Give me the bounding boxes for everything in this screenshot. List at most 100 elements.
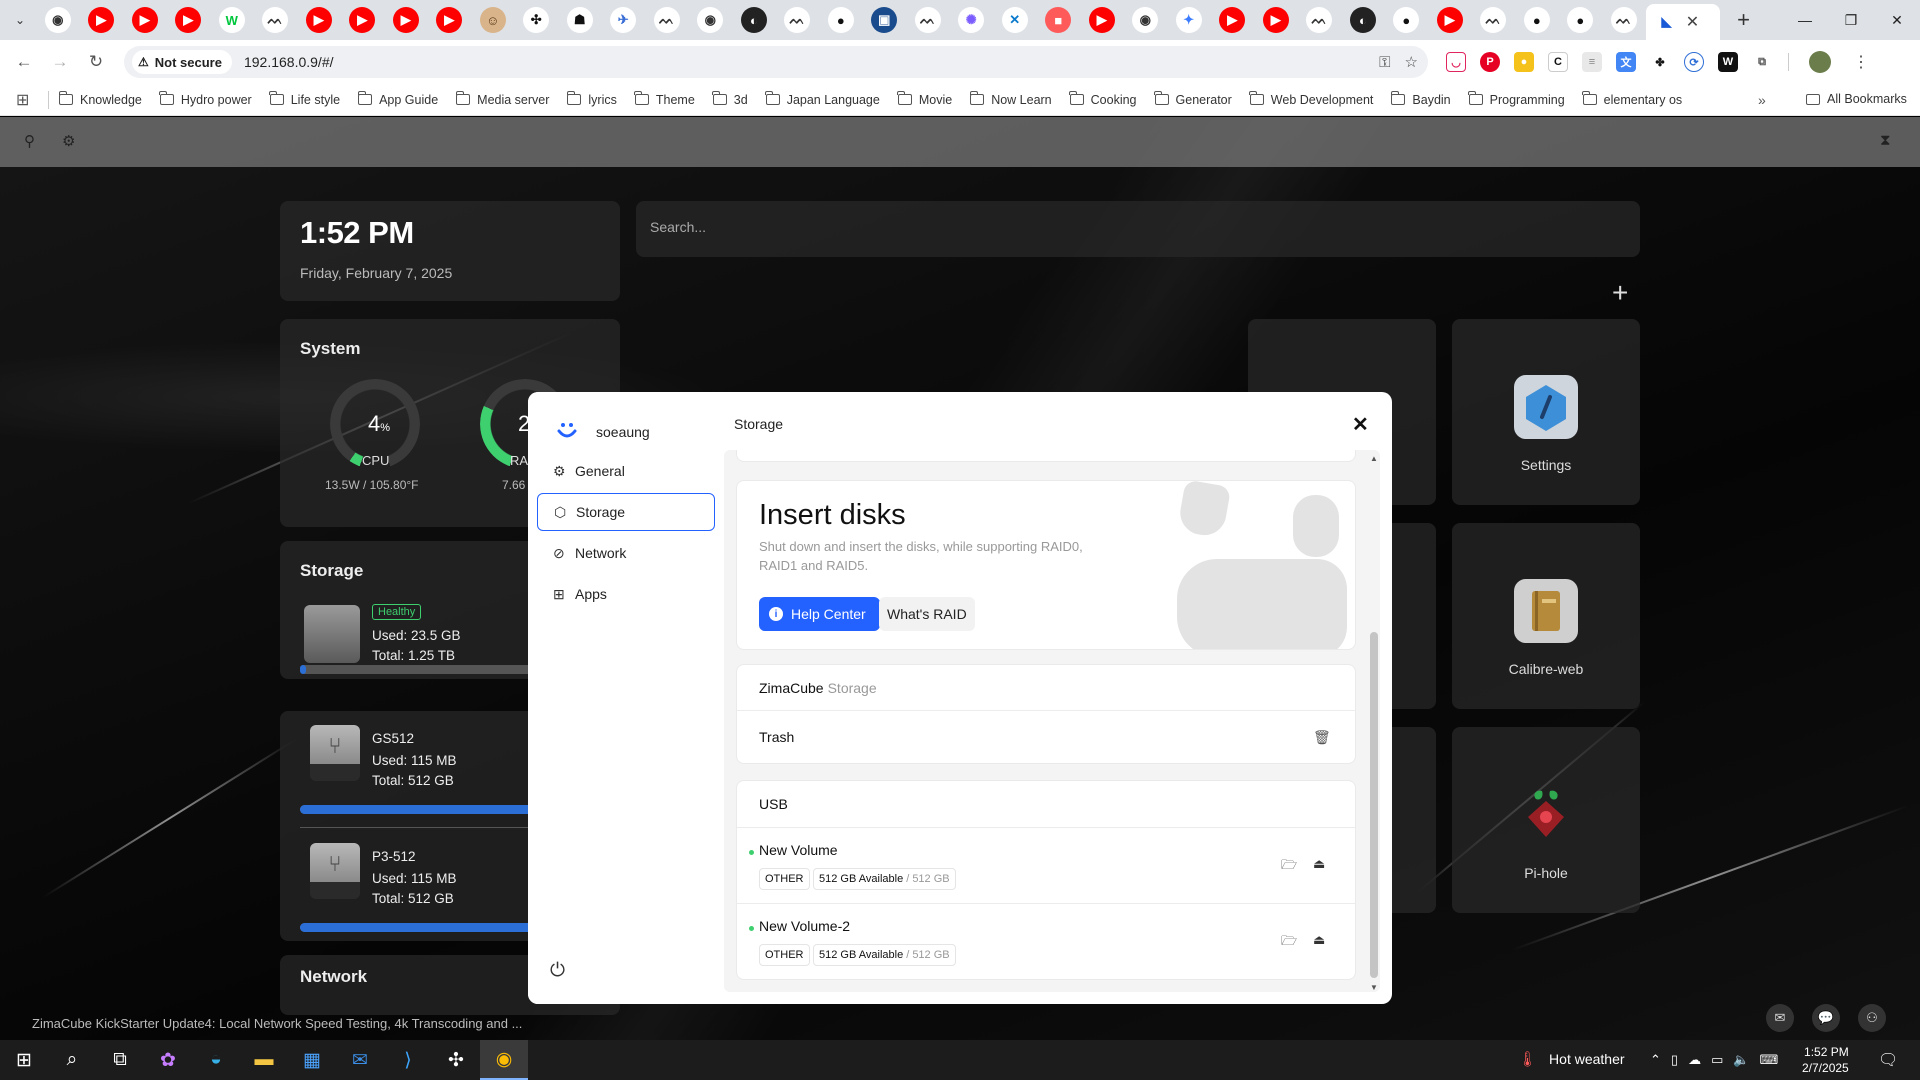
network-tray-icon[interactable]: ▭ [1711, 1052, 1723, 1068]
news-ticker[interactable]: ZimaCube KickStarter Update4: Local Netw… [32, 1016, 522, 1031]
search-icon[interactable]: ⌕ [48, 1040, 96, 1080]
address-bar[interactable]: ⚠ Not secure 192.168.0.9/#/ ⚿ ☆ [124, 46, 1428, 78]
profile-avatar[interactable] [1809, 51, 1831, 73]
bookmark-folder[interactable]: Now Learn [969, 91, 1052, 107]
browser-tab[interactable]: ᨓ [1472, 4, 1516, 36]
trash-label[interactable]: Trash [759, 729, 794, 745]
bookmark-folder[interactable]: Knowledge [58, 91, 142, 107]
bookmark-folder[interactable]: Theme [634, 91, 695, 107]
browser-tab[interactable]: ● [819, 4, 863, 36]
browser-tab[interactable]: ◣ ✕ [1645, 4, 1720, 40]
translate-icon[interactable]: 文 [1616, 52, 1636, 72]
bookmark-folder[interactable]: Media server [455, 91, 549, 107]
windows-start-icon[interactable]: ⊞ [0, 1040, 48, 1080]
copilot-icon[interactable]: ✿ [144, 1040, 192, 1080]
settings-gear-icon[interactable]: ⚙ [62, 132, 75, 150]
bookmark-folder[interactable]: Life style [269, 91, 340, 107]
bookmark-folder[interactable]: lyrics [566, 91, 617, 107]
password-key-icon[interactable]: ⚿ [1379, 54, 1390, 71]
bookmark-folder[interactable]: Web Development [1249, 91, 1373, 107]
browser-tab[interactable]: ▶ [123, 4, 167, 36]
bookmark-folder[interactable]: 3d [712, 91, 748, 107]
user-icon[interactable]: ⚲ [24, 132, 35, 150]
new-tab-plus-icon[interactable]: + [1730, 6, 1758, 34]
browser-tab[interactable]: ▶ [428, 4, 472, 36]
browser-tab[interactable]: ▶ [341, 4, 385, 36]
browser-tab[interactable]: ▶ [297, 4, 341, 36]
add-app-plus-icon[interactable]: + [1612, 277, 1628, 309]
help-center-button[interactable]: i Help Center [759, 597, 880, 631]
open-folder-icon[interactable]: 🗁 [1281, 856, 1297, 878]
browser-tab[interactable]: ᨓ [1298, 4, 1342, 36]
cloud-icon[interactable]: ☁ [1688, 1052, 1701, 1068]
nav-item-general[interactable]: ⚙ General [537, 452, 715, 490]
honey-icon[interactable]: ● [1514, 52, 1534, 72]
pinterest-icon[interactable]: P [1480, 52, 1500, 72]
browser-tab[interactable]: ▶ [384, 4, 428, 36]
browser-tab[interactable]: ● [1385, 4, 1429, 36]
extensions-icon[interactable]: ⧉ [1752, 52, 1772, 72]
all-bookmarks-button[interactable]: All Bookmarks [1806, 92, 1907, 106]
chevron-up-icon[interactable]: ⌃ [1650, 1052, 1661, 1068]
browser-tab[interactable]: ◐ [732, 4, 776, 36]
apps-grid-icon[interactable]: ⊞ [16, 90, 38, 110]
browser-tab[interactable]: ᨓ [645, 4, 689, 36]
browser-tab[interactable]: ᨓ [776, 4, 820, 36]
reader-icon[interactable]: ≡ [1582, 52, 1602, 72]
bookmark-folder[interactable]: elementary os [1582, 91, 1682, 107]
bookmark-folder[interactable]: Baydin [1390, 91, 1451, 107]
whats-raid-button[interactable]: What's RAID [879, 597, 975, 631]
device-icon[interactable]: ▯ [1671, 1052, 1678, 1068]
reload-button[interactable]: ↻ [80, 46, 112, 78]
open-folder-icon[interactable]: 🗁 [1281, 932, 1297, 954]
browser-tab[interactable]: ▶ [1254, 4, 1298, 36]
bookmark-folder[interactable]: Programming [1468, 91, 1565, 107]
language-icon[interactable]: ⌨ [1760, 1052, 1779, 1068]
pocket-icon[interactable]: ◡ [1446, 52, 1466, 72]
notification-icon[interactable]: 🗨 [1878, 1050, 1898, 1070]
browser-tab[interactable]: ☺ [471, 4, 515, 36]
browser-tab[interactable]: ᨓ [254, 4, 298, 36]
power-icon[interactable]: ⏻ [550, 960, 565, 982]
chat-icon[interactable]: 💬 [1812, 1004, 1840, 1032]
network-icon[interactable]: ⧗ [1880, 132, 1891, 149]
bookmark-folder[interactable]: Generator [1154, 91, 1232, 107]
browser-tab[interactable]: ◉ [689, 4, 733, 36]
browser-tab[interactable]: ● [1559, 4, 1603, 36]
microsoft-store-icon[interactable]: ▦ [288, 1040, 336, 1080]
w-extension-icon[interactable]: W [1718, 52, 1738, 72]
browser-tab[interactable]: ▶ [167, 4, 211, 36]
url-text[interactable]: 192.168.0.9/#/ [244, 54, 334, 70]
back-button[interactable]: ← [8, 46, 40, 78]
scroll-up-arrow-icon[interactable]: ▲ [1370, 454, 1378, 463]
tab-search-chevron-icon[interactable]: ⌄ [8, 8, 32, 32]
pi-hole-app-tile[interactable]: Pi-hole [1452, 727, 1640, 913]
puzzle-piece-icon[interactable]: ✤ [1650, 52, 1670, 72]
vscode-taskbar-icon[interactable]: ⟩ [384, 1040, 432, 1080]
minimize-button[interactable]: — [1782, 0, 1828, 40]
browser-tab[interactable]: ✺ [950, 4, 994, 36]
browser-tab[interactable]: ✕ [993, 4, 1037, 36]
nav-item-network[interactable]: ⊘ Network [537, 534, 715, 572]
bookmark-folder[interactable]: App Guide [357, 91, 438, 107]
browser-tab[interactable]: ✦ [1167, 4, 1211, 36]
eject-icon[interactable]: ⏏ [1313, 856, 1325, 872]
browser-tab[interactable]: ▶ [80, 4, 124, 36]
browser-tab[interactable]: ▣ [863, 4, 907, 36]
search-input[interactable] [650, 219, 1550, 235]
browser-tab[interactable]: ▶ [1428, 4, 1472, 36]
browser-tab[interactable]: ▶ [1080, 4, 1124, 36]
scrollbar-thumb[interactable] [1370, 632, 1378, 978]
browser-tab[interactable]: ᨓ [1602, 4, 1646, 36]
security-chip[interactable]: ⚠ Not secure [132, 50, 232, 74]
bookmark-folder[interactable]: Movie [897, 91, 952, 107]
browser-tab[interactable]: ◐ [1341, 4, 1385, 36]
nav-item-apps[interactable]: ⊞ Apps [537, 575, 715, 613]
c-extension-icon[interactable]: C [1548, 52, 1568, 72]
eject-icon[interactable]: ⏏ [1313, 932, 1325, 948]
content-scrollbar[interactable]: ▲ ▼ [1368, 454, 1380, 992]
forward-button[interactable]: → [44, 46, 76, 78]
volume-icon[interactable]: 🔈 [1733, 1052, 1749, 1068]
close-icon[interactable]: ✕ [1352, 412, 1369, 437]
browser-tab[interactable]: ☗ [558, 4, 602, 36]
